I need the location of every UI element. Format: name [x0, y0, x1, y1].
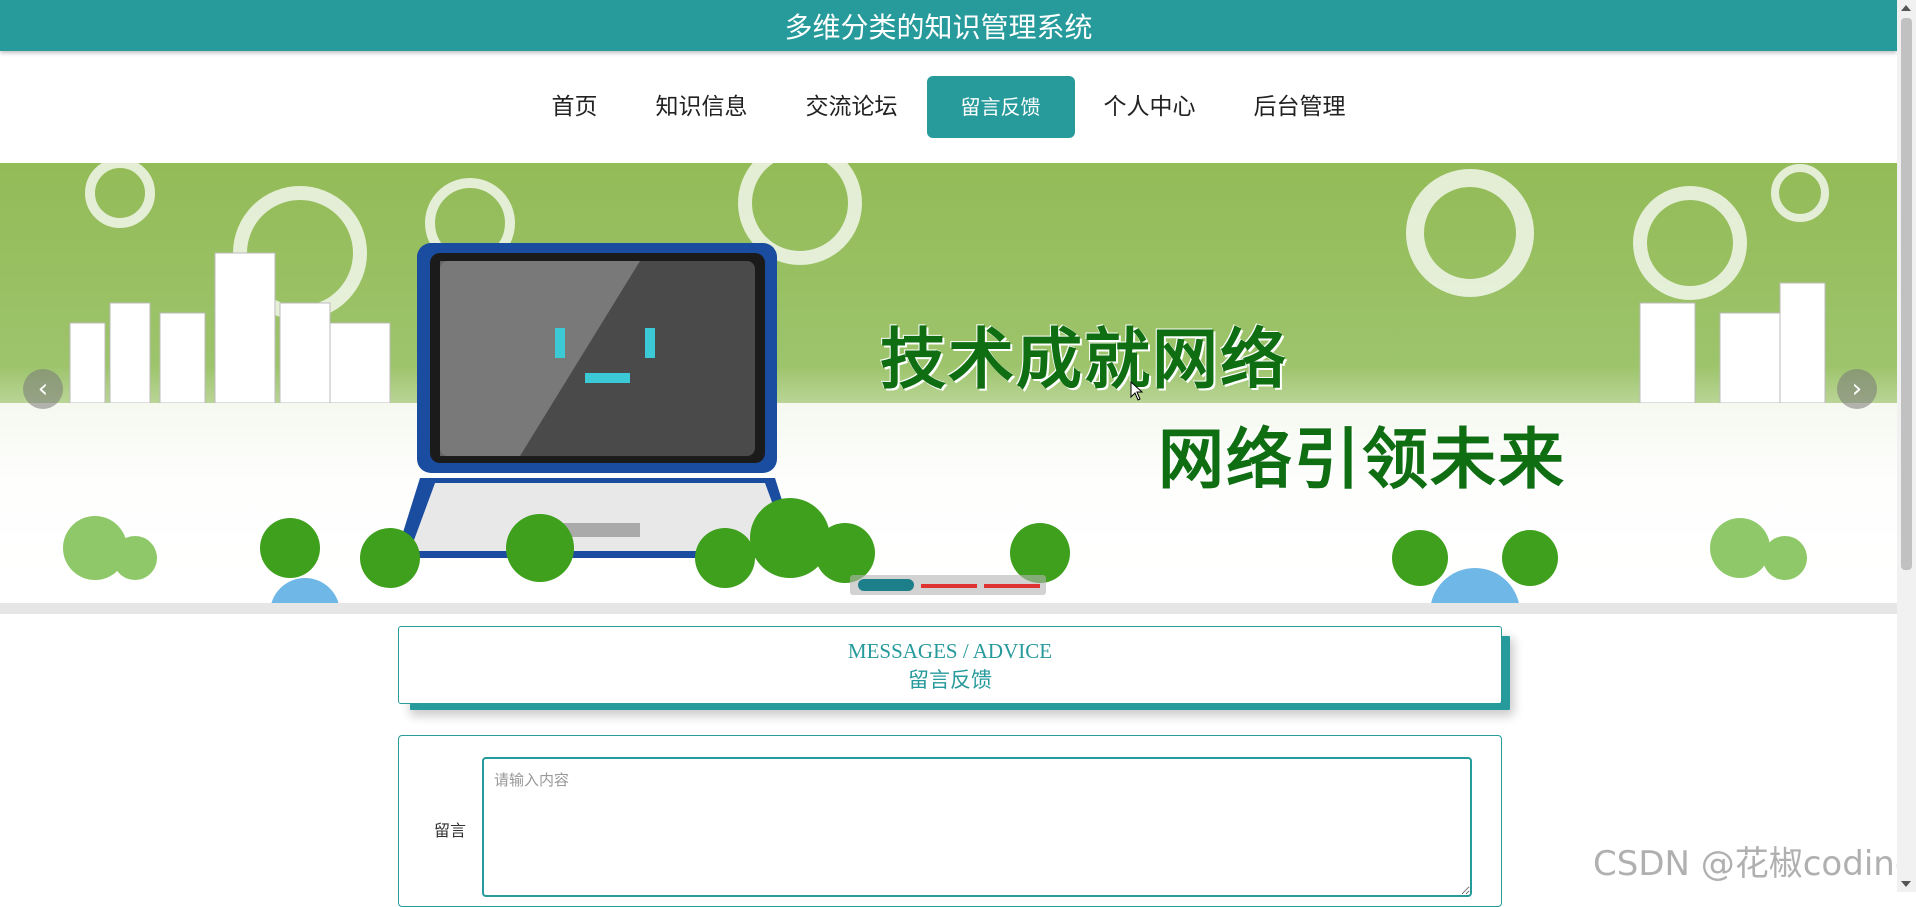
nav-item-knowledge[interactable]: 知识信息: [627, 76, 777, 138]
scroll-up-icon[interactable]: [1901, 5, 1911, 11]
page-scrollbar[interactable]: [1897, 0, 1916, 892]
scroll-down-icon[interactable]: [1901, 881, 1911, 887]
feedback-form: 留言: [398, 735, 1502, 907]
message-label: 留言: [434, 821, 467, 840]
carousel-indicator-1[interactable]: [858, 579, 914, 591]
main-nav: 首页 知识信息 交流论坛 留言反馈 个人中心 后台管理: [0, 51, 1897, 163]
nav-item-home[interactable]: 首页: [523, 76, 627, 138]
carousel-indicators: [850, 575, 1046, 595]
scrollbar-thumb[interactable]: [1901, 18, 1912, 570]
site-title: 多维分类的知识管理系统: [784, 10, 1093, 44]
nav-item-feedback[interactable]: 留言反馈: [926, 76, 1075, 138]
carousel-next-button[interactable]: ›: [1837, 369, 1877, 409]
message-textarea[interactable]: [482, 757, 1472, 897]
section-title-en: MESSAGES / ADVICE: [847, 639, 1053, 663]
banner-headline-1: 技术成就网络: [880, 321, 1288, 398]
banner-headline-2: 网络引领未来: [1158, 421, 1566, 498]
top-header-bar: 多维分类的知识管理系统: [0, 0, 1897, 51]
banner-carousel[interactable]: 技术成就网络 网络引领未来 ‹ ›: [0, 163, 1897, 614]
mouse-cursor-icon: [1130, 381, 1144, 401]
chevron-right-icon: ›: [1851, 374, 1863, 404]
watermark: CSDN @花椒coding: [1593, 844, 1916, 884]
section-title-box: MESSAGES / ADVICE 留言反馈: [398, 626, 1502, 704]
carousel-prev-button[interactable]: ‹: [23, 369, 63, 409]
chevron-left-icon: ‹: [37, 374, 49, 404]
carousel-indicator-3[interactable]: [984, 584, 1040, 588]
section-title-zh: 留言反馈: [908, 668, 992, 692]
nav-item-admin[interactable]: 后台管理: [1225, 76, 1375, 138]
nav-item-personal-center[interactable]: 个人中心: [1075, 76, 1225, 138]
nav-item-forum[interactable]: 交流论坛: [777, 76, 927, 138]
carousel-indicator-2[interactable]: [921, 584, 977, 588]
